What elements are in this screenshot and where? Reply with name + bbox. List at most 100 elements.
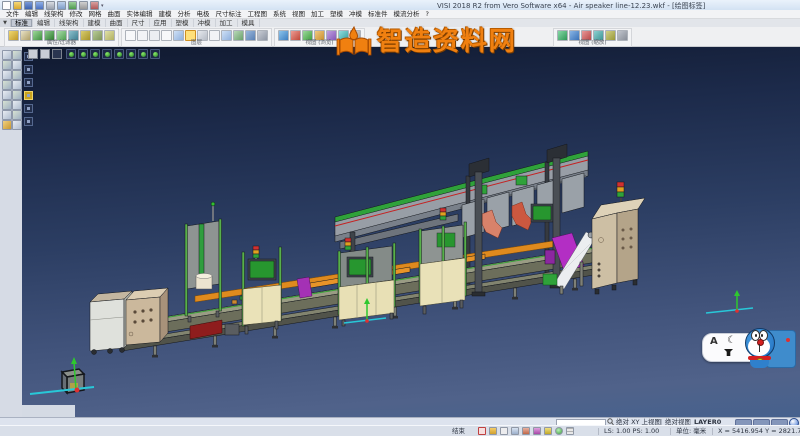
menu-item[interactable]: 尺寸标注 [213,10,245,19]
ribbon-icon[interactable] [233,30,244,41]
tool-icon[interactable] [12,110,22,120]
tool-icon[interactable] [2,90,12,100]
ribbon-icon[interactable] [92,30,103,41]
tool-icon[interactable] [2,70,12,80]
toolbar-tab[interactable]: 尺寸 [128,19,150,27]
grid-toggle-icon[interactable] [489,427,497,435]
ribbon-icon[interactable] [221,30,232,41]
cad-gantry-screen [531,204,553,222]
prompt-label: 结束 [452,428,465,435]
cad-left-loader [90,291,132,355]
tool-icon[interactable] [12,70,22,80]
user-icon[interactable] [511,427,519,435]
menu-item[interactable]: 塑模 [327,10,346,19]
ribbon-icon[interactable] [338,30,349,41]
toolbar-tab[interactable]: 建模 [84,19,106,27]
ucs-axis-triad-main [30,357,94,394]
tool-icon[interactable] [2,100,12,110]
ribbon-icon[interactable] [104,30,115,41]
menu-item[interactable]: 线架构 [41,10,67,19]
coordinates-readout: X = 5416.954 Y = 2821.732 Z = 0000.000 [718,428,800,435]
ribbon-icon[interactable] [557,30,568,41]
pencil-icon[interactable] [500,427,508,435]
ribbon-icon[interactable] [245,30,256,41]
cad-control-cabinet [592,182,645,294]
tool-icon[interactable] [12,80,22,90]
toolbar-tab[interactable]: 线架构 [55,19,84,27]
tab-list: 编辑线架构建模曲面尺寸应用塑模冲模加工模具 [33,19,260,27]
moon-icon[interactable]: ☾ [727,335,736,346]
ribbon-icon[interactable] [161,30,172,41]
ribbon-icon[interactable] [209,30,220,41]
ruler-icon[interactable] [544,427,552,435]
ribbon-icon[interactable] [20,30,31,41]
ribbon-icon[interactable] [617,30,628,41]
menu-item[interactable]: 建模 [156,10,175,19]
cad-viewport[interactable]: A ☾ [22,47,800,417]
menu-item[interactable]: 分析 [175,10,194,19]
doraemon-tile-dot [786,338,790,342]
ribbon-icon[interactable] [32,30,43,41]
tool-icon[interactable] [2,80,12,90]
menu-item[interactable]: ? [423,10,432,19]
tool-icon[interactable] [2,60,12,70]
ribbon-icon[interactable] [350,30,361,41]
tool-icon[interactable] [12,120,22,130]
menu-item[interactable]: 工程图 [245,10,271,19]
left-tool-panel [0,47,23,417]
tool-icon[interactable] [12,100,22,110]
doraemon-widget[interactable]: A ☾ [700,326,796,374]
ribbon-icon[interactable] [137,30,148,41]
menu-item[interactable]: 加工 [308,10,327,19]
ribbon-icon[interactable] [149,30,160,41]
truck-icon[interactable] [522,427,530,435]
menu-item[interactable]: 曲面 [105,10,124,19]
menu-item[interactable]: 网格 [86,10,105,19]
qat-caret-icon[interactable]: ▾ [101,3,104,9]
toolbar-tab[interactable]: 塑模 [172,19,194,27]
menu-item[interactable]: 编辑 [22,10,41,19]
cad-station-tower-2 [242,246,282,334]
tool-icon[interactable] [12,60,22,70]
ribbon-icon[interactable] [125,30,136,41]
menu-item[interactable]: 视图 [289,10,308,19]
ribbon-icon[interactable] [257,30,268,41]
menu-item[interactable]: 标准件 [365,10,391,19]
menu-item[interactable]: 系统 [270,10,289,19]
toolbar-tab[interactable]: 冲模 [194,19,216,27]
menu-item[interactable]: 修改 [67,10,86,19]
toolbar-tab[interactable]: 编辑 [33,19,55,27]
tool-icon[interactable] [12,50,22,60]
ribbon-icon[interactable] [278,30,289,41]
menu-item[interactable]: 电极 [194,10,213,19]
ime-mode-letter[interactable]: A [710,336,718,347]
viewport-corner-panel [22,405,75,417]
units-readout: 单位: 毫米 [676,428,706,435]
tabstrip-dropdown-icon[interactable]: ▼ [0,19,11,27]
menu-item[interactable]: 模流分析 [391,10,423,19]
menu-item[interactable]: 实体编辑 [124,10,156,19]
ribbon-icon[interactable] [80,30,91,41]
toolbar-tab[interactable]: 加工 [216,19,238,27]
tool-icon[interactable] [2,120,12,130]
grid-plane-icon[interactable] [566,427,574,435]
visi-app-window: ▾ VISI 2018 R2 from Vero Software x64 - … [0,0,800,436]
menu-item[interactable]: 文件 [3,10,22,19]
ribbon-icon[interactable] [290,30,301,41]
clock-icon[interactable] [555,427,563,435]
tool-icon[interactable] [12,90,22,100]
tool-icon[interactable] [2,110,12,120]
toolbar-tab[interactable]: 应用 [150,19,172,27]
snap-toggle-icon[interactable] [478,427,486,435]
marker-icon[interactable] [533,427,541,435]
tool-icon[interactable] [2,50,12,60]
menu-item[interactable]: 冲模 [346,10,365,19]
toolbar-tab[interactable]: 模具 [238,19,260,27]
ribbon-icon[interactable] [8,30,19,41]
status-bar-row1: 绝对 XY 上视图 绝对视图 LAYER0 [0,417,800,425]
toolbar-tab[interactable]: 曲面 [106,19,128,27]
tab-standard[interactable]: 标准 [11,19,33,27]
menu-bar: 文件编辑线架构修改网格曲面实体编辑建模分析电极尺寸标注工程图系统视图加工塑模冲模… [0,10,800,19]
workspace: A ☾ [0,47,800,417]
ribbon-icon[interactable] [173,30,184,41]
